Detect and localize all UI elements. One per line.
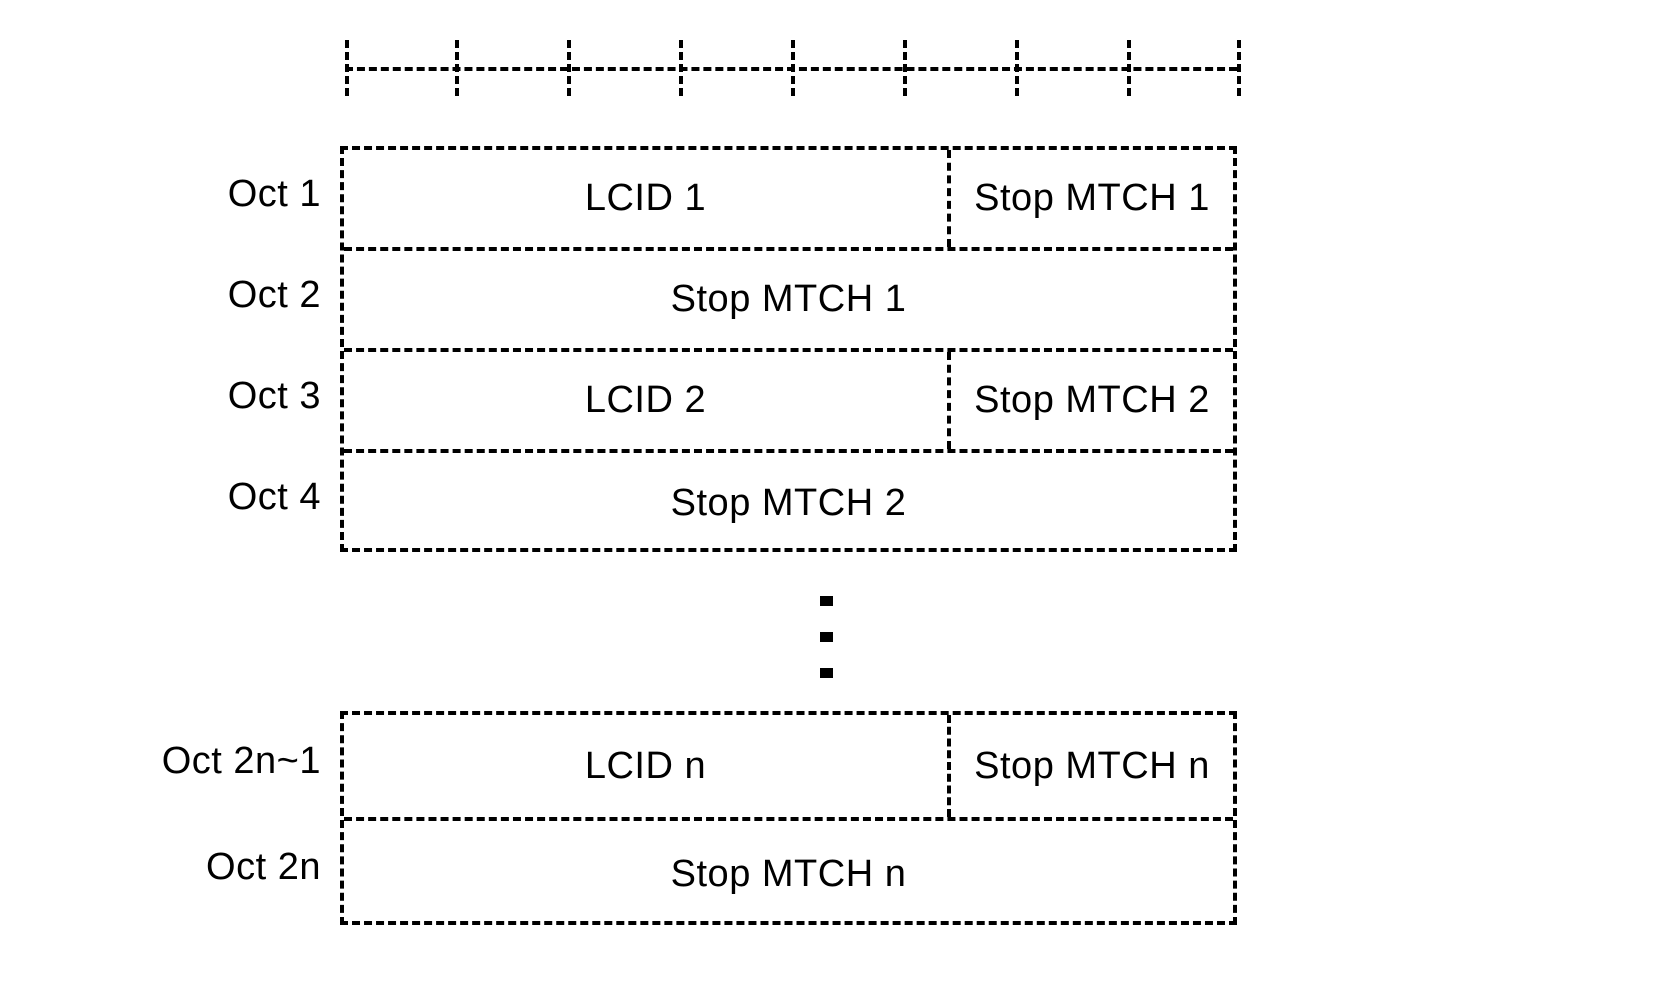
ruler-tick-4 (679, 40, 683, 96)
upper-octet-table: LCID 1 Stop MTCH 1 Stop MTCH 1 LCID 2 Stop M… (340, 146, 1237, 552)
ellipsis-dot (820, 596, 833, 606)
stop-mtch-1-field-low: Stop MTCH 1 (670, 278, 907, 320)
octet-structure-diagram: Oct 1 Oct 2 Oct 3 Oct 4 Oct 2n~1 Oct 2n LCID … (0, 0, 1661, 1000)
ruler-tick-7 (1015, 40, 1019, 96)
stop-mtch-2-field-low: Stop MTCH 2 (670, 482, 907, 524)
ruler-tick-1 (345, 40, 349, 96)
octet-row: LCID n Stop MTCH n (344, 715, 1233, 821)
ellipsis-dot (820, 632, 833, 642)
lower-octet-table: LCID n Stop MTCH n Stop MTCH n (340, 711, 1237, 925)
ruler-tick-6 (903, 40, 907, 96)
lcid-n-field: LCID n (344, 715, 951, 817)
ruler-tick-9 (1237, 40, 1241, 96)
ruler-tick-5 (791, 40, 795, 96)
octet-label-oct-3: Oct 3 (227, 374, 321, 417)
octet-label-oct-1: Oct 1 (227, 172, 321, 215)
stop-mtch-1-field-high: Stop MTCH 1 (974, 177, 1210, 219)
vertical-ellipsis (820, 596, 836, 686)
octet-label-oct-2n-1: Oct 2n~1 (161, 740, 321, 782)
bit-scale-ruler (345, 40, 1241, 98)
ruler-tick-3 (567, 40, 571, 96)
lcid-1-field: LCID 1 (344, 150, 951, 247)
ruler-tick-2 (455, 40, 459, 96)
stop-mtch-n-field-high: Stop MTCH n (974, 744, 1210, 787)
octet-row: LCID 1 Stop MTCH 1 (344, 150, 1233, 251)
octet-row: Stop MTCH 2 (344, 453, 1233, 554)
ruler-tick-8 (1127, 40, 1131, 96)
octet-label-oct-2: Oct 2 (227, 273, 321, 316)
octet-label-oct-4: Oct 4 (227, 475, 321, 518)
octet-row: LCID 2 Stop MTCH 2 (344, 352, 1233, 453)
octet-row: Stop MTCH 1 (344, 251, 1233, 352)
ellipsis-dot (820, 668, 833, 678)
octet-label-oct-2n: Oct 2n (206, 846, 321, 888)
lcid-2-field: LCID 2 (344, 352, 951, 449)
stop-mtch-2-field-high: Stop MTCH 2 (974, 379, 1210, 421)
octet-row: Stop MTCH n (344, 821, 1233, 927)
stop-mtch-n-field-low: Stop MTCH n (670, 852, 907, 895)
